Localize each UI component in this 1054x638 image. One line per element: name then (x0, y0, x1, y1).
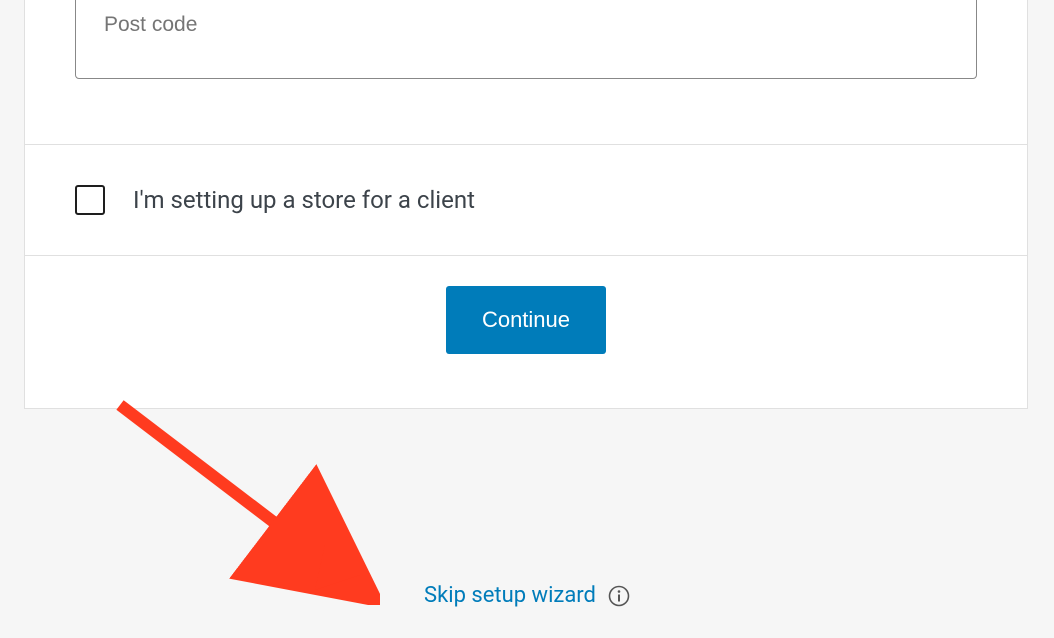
skip-area: Skip setup wizard (0, 583, 1054, 608)
client-checkbox-label: I'm setting up a store for a client (133, 186, 475, 214)
continue-section: Continue (25, 255, 1027, 408)
postcode-input[interactable] (75, 0, 977, 79)
client-checkbox[interactable] (75, 185, 105, 215)
client-checkbox-row: I'm setting up a store for a client (25, 144, 1027, 255)
continue-button[interactable]: Continue (446, 286, 606, 354)
setup-wizard-card: I'm setting up a store for a client Cont… (24, 0, 1028, 409)
skip-setup-wizard-link[interactable]: Skip setup wizard (424, 583, 596, 608)
postcode-section (25, 0, 1027, 144)
arrow-annotation (100, 385, 380, 605)
info-icon[interactable] (608, 585, 630, 607)
